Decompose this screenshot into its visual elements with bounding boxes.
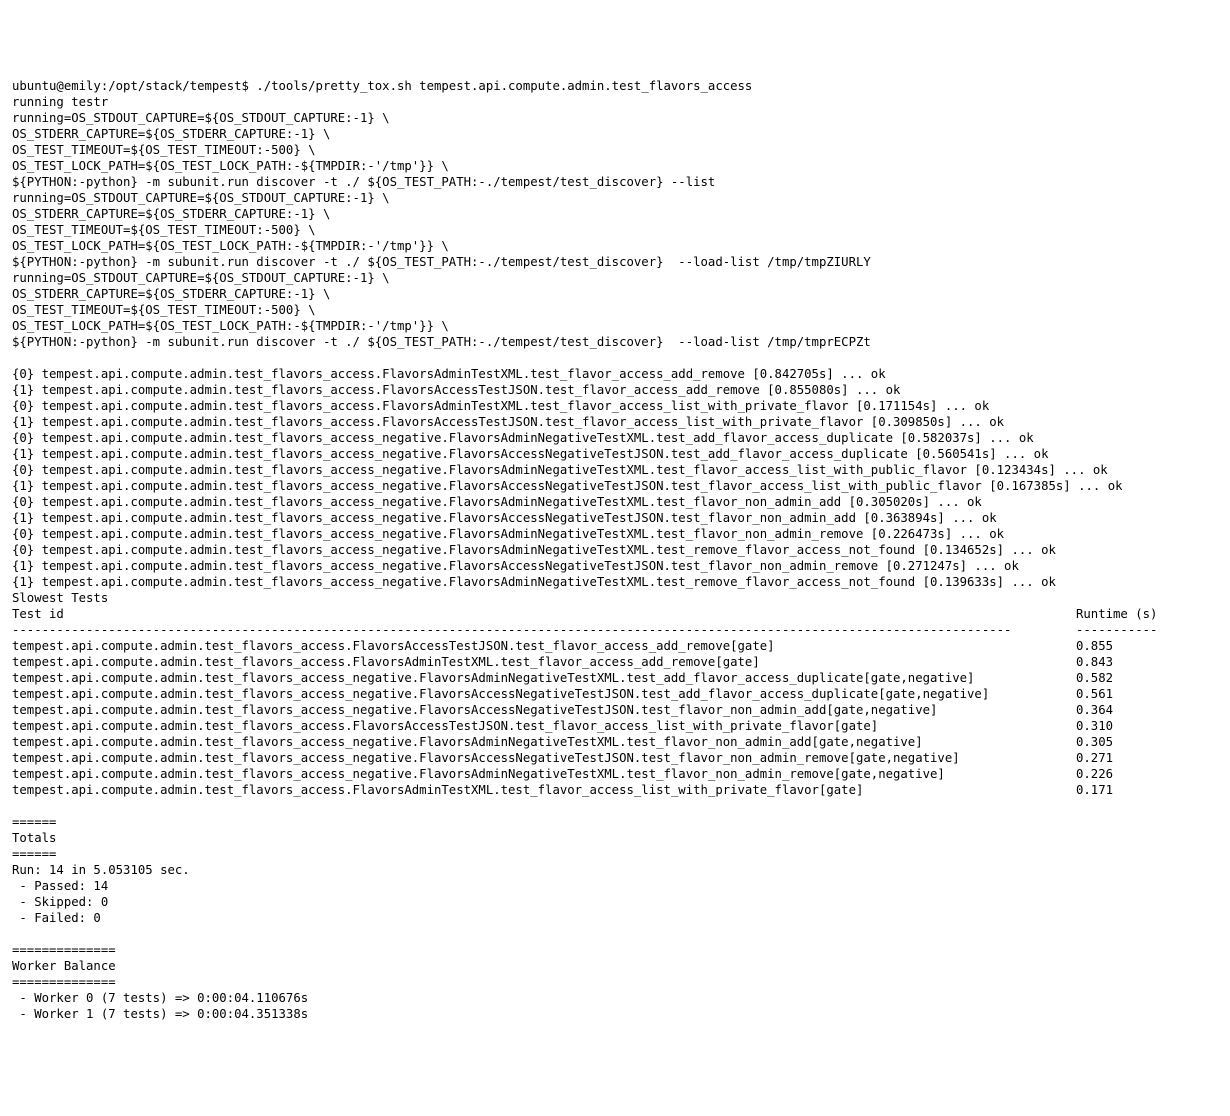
slowest-runtime: 0.843 <box>1076 654 1113 670</box>
slowest-runtime: 0.305 <box>1076 734 1113 750</box>
env-line: ${PYTHON:-python} -m subunit.run discove… <box>12 174 1218 190</box>
env-line: OS_STDERR_CAPTURE=${OS_STDERR_CAPTURE:-1… <box>12 286 1218 302</box>
test-result-line: {1} tempest.api.compute.admin.test_flavo… <box>12 574 1218 590</box>
slowest-row: tempest.api.compute.admin.test_flavors_a… <box>12 766 1218 782</box>
slowest-test-id: tempest.api.compute.admin.test_flavors_a… <box>12 734 1076 750</box>
test-result-line: {0} tempest.api.compute.admin.test_flavo… <box>12 494 1218 510</box>
env-line: running testr <box>12 94 1218 110</box>
blank-line <box>12 926 1218 942</box>
slowest-test-id: tempest.api.compute.admin.test_flavors_a… <box>12 670 1076 686</box>
env-line: OS_TEST_LOCK_PATH=${OS_TEST_LOCK_PATH:-$… <box>12 318 1218 334</box>
totals-passed: - Passed: 14 <box>12 878 1218 894</box>
env-line: OS_TEST_LOCK_PATH=${OS_TEST_LOCK_PATH:-$… <box>12 158 1218 174</box>
slowest-test-id: tempest.api.compute.admin.test_flavors_a… <box>12 638 1076 654</box>
env-line: OS_STDERR_CAPTURE=${OS_STDERR_CAPTURE:-1… <box>12 206 1218 222</box>
totals-failed: - Failed: 0 <box>12 910 1218 926</box>
test-result-line: {0} tempest.api.compute.admin.test_flavo… <box>12 366 1218 382</box>
slowest-test-id: tempest.api.compute.admin.test_flavors_a… <box>12 654 1076 670</box>
slowest-runtime: 0.226 <box>1076 766 1113 782</box>
env-line: OS_TEST_LOCK_PATH=${OS_TEST_LOCK_PATH:-$… <box>12 238 1218 254</box>
test-result-line: {1} tempest.api.compute.admin.test_flavo… <box>12 558 1218 574</box>
slowest-divider: ----------------------------------------… <box>12 622 1218 638</box>
test-result-line: {0} tempest.api.compute.admin.test_flavo… <box>12 430 1218 446</box>
slowest-runtime: 0.171 <box>1076 782 1113 798</box>
slowest-test-id: ----------------------------------------… <box>12 622 1076 638</box>
env-line: ${PYTHON:-python} -m subunit.run discove… <box>12 254 1218 270</box>
terminal-output[interactable]: ubuntu@emily:/opt/stack/tempest$ ./tools… <box>12 78 1218 1022</box>
totals-sep: ====== <box>12 846 1218 862</box>
slowest-runtime: 0.582 <box>1076 670 1113 686</box>
test-result-line: {0} tempest.api.compute.admin.test_flavo… <box>12 462 1218 478</box>
blank-line <box>12 798 1218 814</box>
slowest-title: Slowest Tests <box>12 590 1218 606</box>
env-line: OS_TEST_TIMEOUT=${OS_TEST_TIMEOUT:-500} … <box>12 302 1218 318</box>
slowest-test-id: tempest.api.compute.admin.test_flavors_a… <box>12 750 1076 766</box>
slowest-test-id: tempest.api.compute.admin.test_flavors_a… <box>12 686 1076 702</box>
slowest-test-id: tempest.api.compute.admin.test_flavors_a… <box>12 766 1076 782</box>
slowest-header: Test idRuntime (s) <box>12 606 1218 622</box>
env-line: OS_TEST_TIMEOUT=${OS_TEST_TIMEOUT:-500} … <box>12 222 1218 238</box>
totals-title: Totals <box>12 830 1218 846</box>
slowest-test-id: tempest.api.compute.admin.test_flavors_a… <box>12 718 1076 734</box>
header-runtime: Runtime (s) <box>1076 606 1157 622</box>
worker-line: - Worker 1 (7 tests) => 0:00:04.351338s <box>12 1006 1218 1022</box>
env-line: ${PYTHON:-python} -m subunit.run discove… <box>12 334 1218 350</box>
slowest-row: tempest.api.compute.admin.test_flavors_a… <box>12 702 1218 718</box>
test-result-line: {1} tempest.api.compute.admin.test_flavo… <box>12 446 1218 462</box>
totals-sep: ====== <box>12 814 1218 830</box>
slowest-runtime: 0.364 <box>1076 702 1113 718</box>
test-result-line: {1} tempest.api.compute.admin.test_flavo… <box>12 510 1218 526</box>
test-result-line: {1} tempest.api.compute.admin.test_flavo… <box>12 478 1218 494</box>
slowest-runtime: 0.855 <box>1076 638 1113 654</box>
test-result-line: {1} tempest.api.compute.admin.test_flavo… <box>12 382 1218 398</box>
slowest-row: tempest.api.compute.admin.test_flavors_a… <box>12 670 1218 686</box>
slowest-row: tempest.api.compute.admin.test_flavors_a… <box>12 638 1218 654</box>
slowest-test-id: tempest.api.compute.admin.test_flavors_a… <box>12 782 1076 798</box>
env-line: OS_TEST_TIMEOUT=${OS_TEST_TIMEOUT:-500} … <box>12 142 1218 158</box>
worker-line: - Worker 0 (7 tests) => 0:00:04.110676s <box>12 990 1218 1006</box>
test-result-line: {0} tempest.api.compute.admin.test_flavo… <box>12 542 1218 558</box>
env-line: running=OS_STDOUT_CAPTURE=${OS_STDOUT_CA… <box>12 110 1218 126</box>
blank-line <box>12 350 1218 366</box>
slowest-row: tempest.api.compute.admin.test_flavors_a… <box>12 750 1218 766</box>
test-result-line: {1} tempest.api.compute.admin.test_flavo… <box>12 414 1218 430</box>
slowest-row: tempest.api.compute.admin.test_flavors_a… <box>12 686 1218 702</box>
slowest-test-id: tempest.api.compute.admin.test_flavors_a… <box>12 702 1076 718</box>
slowest-row: tempest.api.compute.admin.test_flavors_a… <box>12 654 1218 670</box>
worker-sep: ============== <box>12 942 1218 958</box>
shell-prompt: ubuntu@emily:/opt/stack/tempest$ ./tools… <box>12 78 1218 94</box>
slowest-runtime: ----------- <box>1076 622 1157 638</box>
slowest-runtime: 0.271 <box>1076 750 1113 766</box>
slowest-runtime: 0.561 <box>1076 686 1113 702</box>
test-result-line: {0} tempest.api.compute.admin.test_flavo… <box>12 398 1218 414</box>
worker-sep: ============== <box>12 974 1218 990</box>
slowest-row: tempest.api.compute.admin.test_flavors_a… <box>12 782 1218 798</box>
totals-run: Run: 14 in 5.053105 sec. <box>12 862 1218 878</box>
header-test-id: Test id <box>12 606 1076 622</box>
env-line: OS_STDERR_CAPTURE=${OS_STDERR_CAPTURE:-1… <box>12 126 1218 142</box>
test-result-line: {0} tempest.api.compute.admin.test_flavo… <box>12 526 1218 542</box>
slowest-row: tempest.api.compute.admin.test_flavors_a… <box>12 734 1218 750</box>
env-line: running=OS_STDOUT_CAPTURE=${OS_STDOUT_CA… <box>12 190 1218 206</box>
totals-skipped: - Skipped: 0 <box>12 894 1218 910</box>
slowest-runtime: 0.310 <box>1076 718 1113 734</box>
slowest-row: tempest.api.compute.admin.test_flavors_a… <box>12 718 1218 734</box>
env-line: running=OS_STDOUT_CAPTURE=${OS_STDOUT_CA… <box>12 270 1218 286</box>
worker-title: Worker Balance <box>12 958 1218 974</box>
